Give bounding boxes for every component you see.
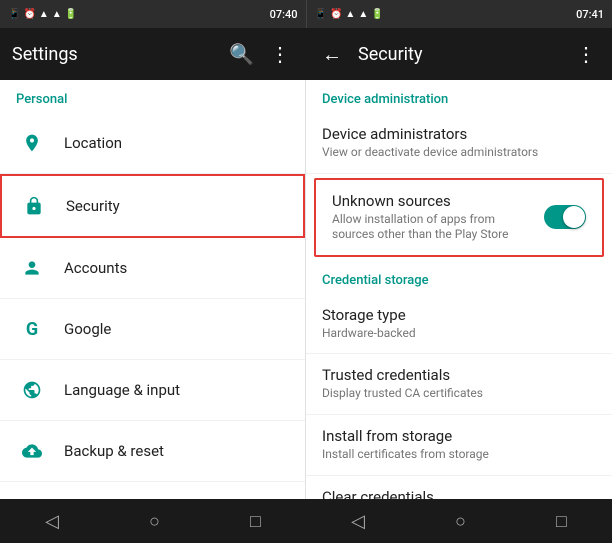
security-item-device-administrators[interactable]: Device administrators View or deactivate … (306, 113, 612, 174)
back-icon[interactable]: ← (318, 38, 346, 71)
signal-icon: ▲ (39, 9, 49, 20)
right-recent-nav-icon[interactable]: □ (556, 511, 567, 532)
settings-item-icon-0 (16, 127, 48, 159)
security-title: Security (358, 44, 564, 65)
security-item-subtitle-0: Hardware-backed (322, 326, 596, 342)
security-item-install-from-storage[interactable]: Install from storage Install certificates… (306, 415, 612, 476)
settings-list: Location Security Accounts G Google Language … (0, 113, 305, 482)
security-item-row-3: Clear credentials (322, 488, 596, 499)
left-status-bar: 📱 ⏰ ▲ ▲ 🔋 07:40 (0, 0, 306, 28)
right-phone-icon: 📱 (315, 9, 327, 20)
security-section-label-1: Credential storage (306, 261, 612, 294)
unknown-sources-toggle[interactable] (544, 205, 586, 229)
nav-bars: ◁ ○ □ ◁ ○ □ (0, 499, 612, 543)
left-nav-bar: ◁ ○ □ (0, 499, 306, 543)
security-item-subtitle-1: Display trusted CA certificates (322, 386, 596, 402)
security-section-label-0: Device administration (306, 80, 612, 113)
settings-item-google[interactable]: G Google (0, 299, 305, 360)
right-alarm-icon: ⏰ (330, 9, 342, 20)
security-item-text-0: Device administrators View or deactivate … (322, 125, 596, 161)
settings-item-label-1: Security (66, 197, 120, 215)
left-toolbar: Settings 🔍 ⋮ (0, 28, 306, 80)
wifi-icon: ▲ (52, 9, 62, 20)
settings-item-icon-4 (16, 374, 48, 406)
personal-section-label: Personal (0, 80, 305, 113)
left-recent-nav-icon[interactable]: □ (250, 511, 261, 532)
security-item-clear-credentials[interactable]: Clear credentials (306, 476, 612, 499)
security-item-title-1: Trusted credentials (322, 366, 596, 384)
security-item-subtitle-0: View or deactivate device administrators (322, 145, 596, 161)
settings-item-icon-5 (16, 435, 48, 467)
security-item-text-2: Install from storage Install certificates… (322, 427, 596, 463)
toolbars: Settings 🔍 ⋮ ← Security ⋮ (0, 28, 612, 80)
settings-item-language--input[interactable]: Language & input (0, 360, 305, 421)
status-bars: 📱 ⏰ ▲ ▲ 🔋 07:40 📱 ⏰ ▲ ▲ 🔋 07:41 (0, 0, 612, 28)
search-icon[interactable]: 🔍 (225, 38, 258, 70)
battery-icon: 🔋 (65, 9, 77, 20)
left-status-icons: 📱 ⏰ ▲ ▲ 🔋 (8, 9, 77, 20)
security-item-title-0: Storage type (322, 306, 596, 324)
security-item-subtitle-2: Install certificates from storage (322, 447, 596, 463)
settings-item-location[interactable]: Location (0, 113, 305, 174)
right-wifi-icon: ▲ (358, 9, 368, 20)
security-content: Device administration Device administrato… (306, 80, 612, 499)
settings-item-backup--reset[interactable]: Backup & reset (0, 421, 305, 482)
security-item-row-2: Install from storage Install certificates… (322, 427, 596, 463)
security-item-title-0: Device administrators (322, 125, 596, 143)
left-back-nav-icon[interactable]: ◁ (45, 511, 59, 532)
left-home-nav-icon[interactable]: ○ (149, 511, 160, 532)
settings-item-label-2: Accounts (64, 259, 127, 277)
security-item-unknown-sources[interactable]: Unknown sources Allow installation of app… (314, 178, 604, 257)
security-item-storage-type[interactable]: Storage type Hardware-backed (306, 294, 612, 355)
right-signal-icon: ▲ (345, 9, 355, 20)
security-item-text-0: Storage type Hardware-backed (322, 306, 596, 342)
settings-item-security[interactable]: Security (0, 174, 305, 238)
toggle-knob (563, 206, 585, 228)
right-battery-icon: 🔋 (371, 9, 383, 20)
settings-item-icon-3: G (16, 313, 48, 345)
security-panel: Device administration Device administrato… (306, 80, 612, 499)
more-options-icon[interactable]: ⋮ (266, 38, 294, 70)
right-back-nav-icon[interactable]: ◁ (351, 511, 365, 532)
right-status-bar: 📱 ⏰ ▲ ▲ 🔋 07:41 (306, 0, 612, 28)
settings-item-label-3: Google (64, 320, 111, 338)
security-item-title-2: Install from storage (322, 427, 596, 445)
settings-panel: Personal Location Security Accounts G Google… (0, 80, 306, 499)
settings-title: Settings (12, 44, 217, 65)
right-time: 07:41 (576, 8, 604, 21)
right-status-icons: 📱 ⏰ ▲ ▲ 🔋 (315, 9, 384, 20)
settings-item-label-5: Backup & reset (64, 442, 164, 460)
security-item-text-1: Trusted credentials Display trusted CA ce… (322, 366, 596, 402)
security-item-row-0: Device administrators View or deactivate … (322, 125, 596, 161)
settings-item-icon-1 (18, 190, 50, 222)
security-more-icon[interactable]: ⋮ (572, 38, 600, 70)
right-toolbar: ← Security ⋮ (306, 28, 612, 80)
security-item-row-1: Trusted credentials Display trusted CA ce… (322, 366, 596, 402)
alarm-icon: ⏰ (23, 9, 35, 20)
security-item-subtitle-1: Allow installation of apps from sources … (332, 212, 536, 243)
settings-item-icon-2 (16, 252, 48, 284)
main-content: Personal Location Security Accounts G Google… (0, 80, 612, 499)
security-item-row-1: Unknown sources Allow installation of app… (332, 192, 586, 243)
right-nav-bar: ◁ ○ □ (306, 499, 612, 543)
security-item-text-1: Unknown sources Allow installation of app… (332, 192, 536, 243)
security-item-title-1: Unknown sources (332, 192, 536, 210)
settings-item-label-4: Language & input (64, 381, 180, 399)
security-item-text-3: Clear credentials (322, 488, 596, 499)
phone-icon: 📱 (8, 9, 20, 20)
security-item-title-3: Clear credentials (322, 488, 596, 499)
settings-item-label-0: Location (64, 134, 122, 152)
security-item-trusted-credentials[interactable]: Trusted credentials Display trusted CA ce… (306, 354, 612, 415)
left-time: 07:40 (270, 8, 298, 21)
security-item-row-0: Storage type Hardware-backed (322, 306, 596, 342)
settings-item-accounts[interactable]: Accounts (0, 238, 305, 299)
right-home-nav-icon[interactable]: ○ (455, 511, 466, 532)
